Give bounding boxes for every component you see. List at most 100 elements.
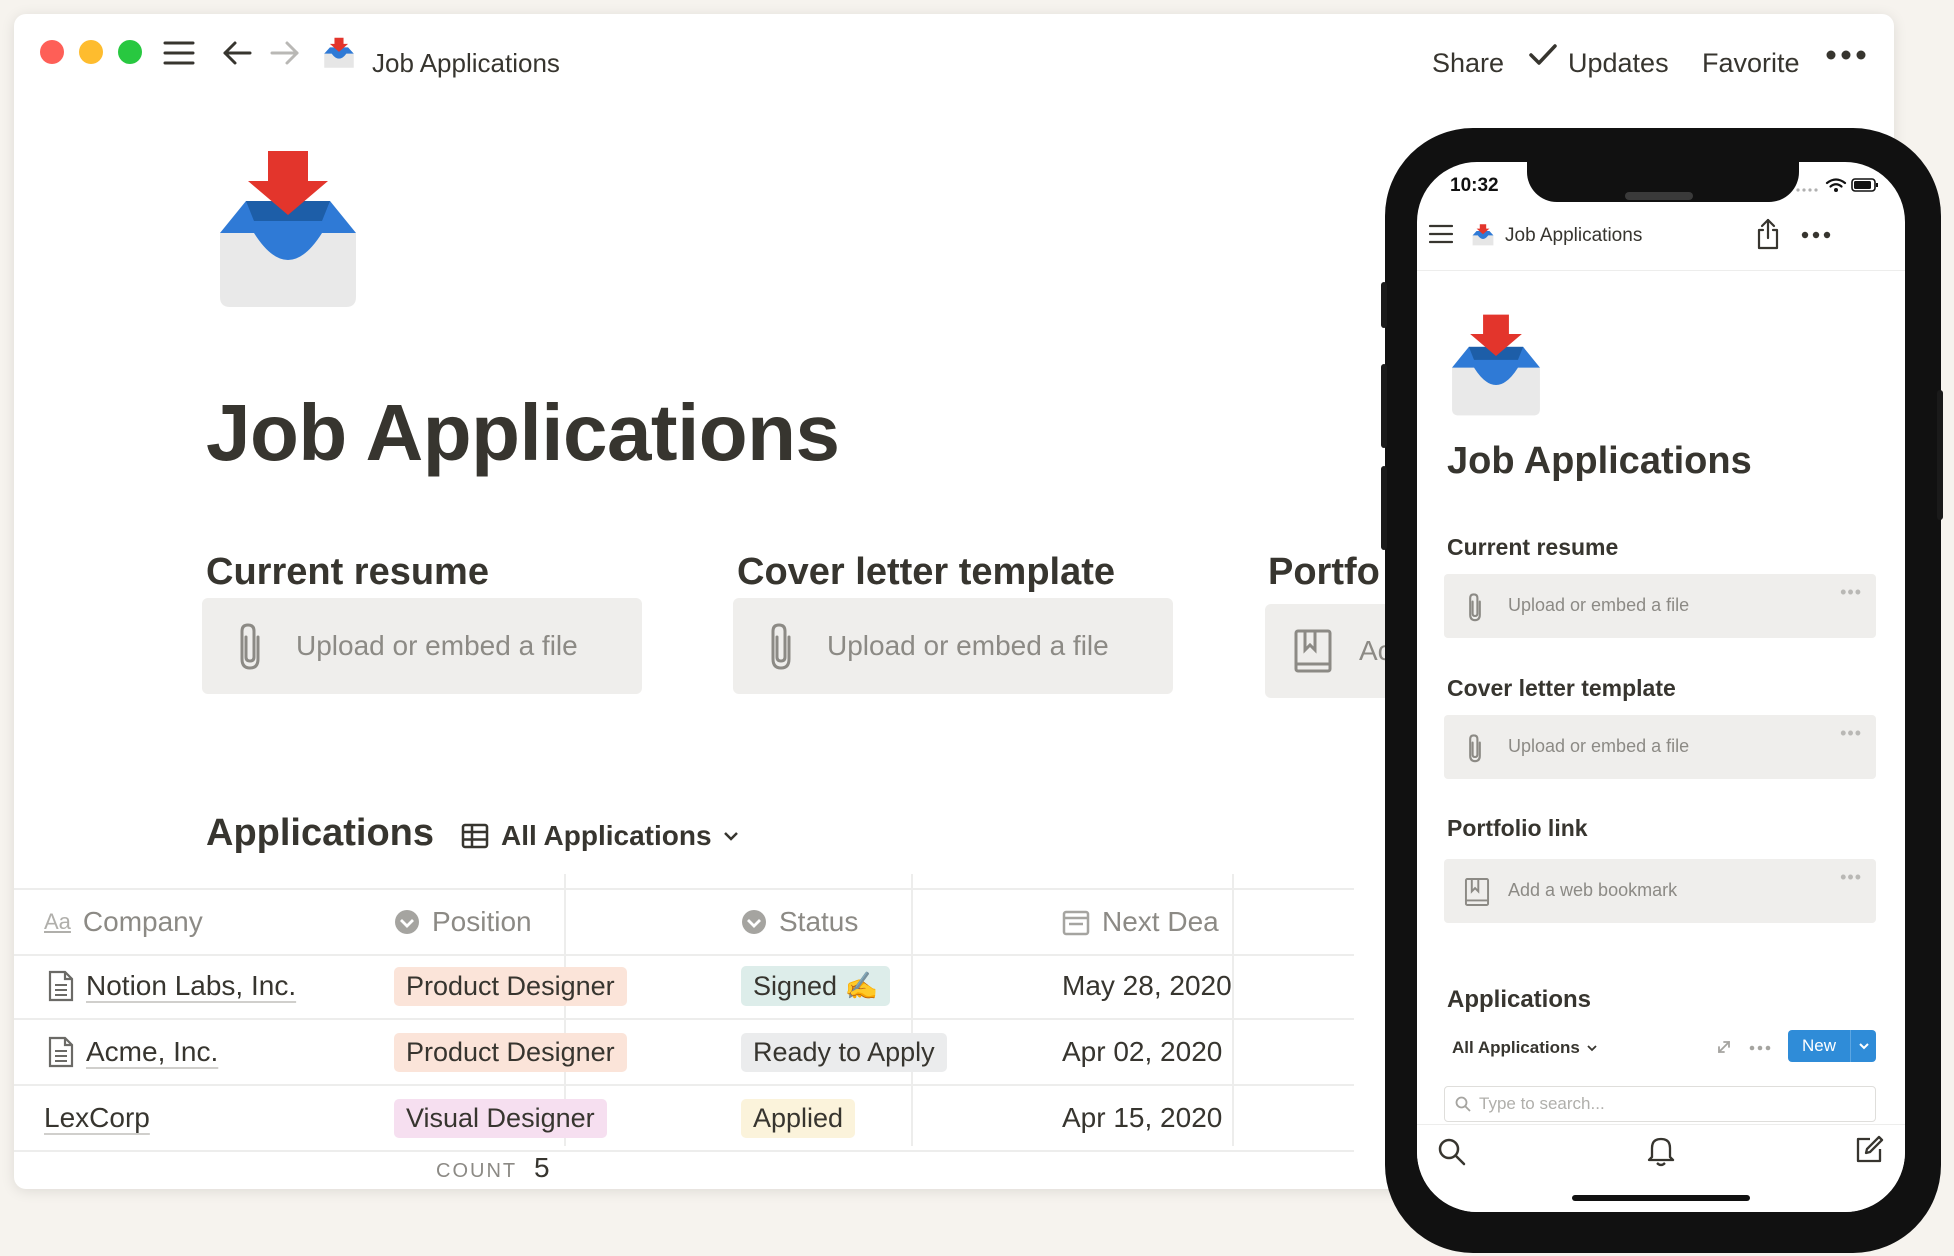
- phone-mockup: 10:32 Job Applications Job Applications …: [1381, 128, 1943, 1253]
- table-view-icon: [461, 823, 489, 849]
- new-dropdown-button[interactable]: [1851, 1030, 1876, 1062]
- phone-screen: 10:32 Job Applications Job Applications …: [1417, 162, 1905, 1212]
- block-options-icon[interactable]: •••: [1840, 582, 1862, 603]
- database-title[interactable]: Applications: [206, 812, 434, 855]
- more-options-icon[interactable]: [1801, 231, 1831, 239]
- home-indicator: [1572, 1195, 1750, 1201]
- status-tag: Signed ✍️: [741, 966, 891, 1006]
- block-options-icon[interactable]: •••: [1840, 723, 1862, 744]
- file-upload-block-cover-letter[interactable]: Upload or embed a file: [733, 598, 1173, 694]
- page-doc-icon: [48, 970, 74, 1002]
- search-icon: [1455, 1096, 1471, 1112]
- battery-icon: [1851, 178, 1878, 192]
- page-title[interactable]: Job Applications: [206, 387, 840, 479]
- compose-icon[interactable]: [1854, 1135, 1884, 1165]
- position-tag: Product Designer: [394, 966, 627, 1006]
- status-tag: Ready to Apply: [741, 1032, 947, 1072]
- menu-icon[interactable]: [1429, 224, 1453, 244]
- chevron-down-icon: [1587, 1045, 1597, 1052]
- favorite-button[interactable]: Favorite: [1702, 48, 1800, 79]
- upload-placeholder: Upload or embed a file: [1508, 736, 1690, 756]
- share-icon[interactable]: [1755, 218, 1781, 250]
- property-title-cover-letter: Cover letter template: [737, 551, 1116, 593]
- paperclip-icon: [1469, 734, 1481, 763]
- file-upload-block-cover-letter[interactable]: Upload or embed a file •••: [1444, 715, 1876, 779]
- bookmark-block-portfolio[interactable]: Add a web bookmark •••: [1444, 859, 1876, 923]
- expand-icon[interactable]: [1716, 1039, 1732, 1055]
- chevron-down-icon: [1858, 1043, 1869, 1050]
- company-name[interactable]: Acme, Inc.: [86, 1036, 218, 1068]
- back-arrow-icon[interactable]: [220, 36, 254, 70]
- search-input[interactable]: Type to search...: [1444, 1086, 1876, 1122]
- database-title[interactable]: Applications: [1447, 986, 1591, 1014]
- deadline-date: Apr 02, 2020: [1062, 1036, 1223, 1067]
- status-tag: Applied: [741, 1098, 856, 1138]
- table-row[interactable]: Acme, Inc. Product Designer Ready to App…: [14, 1020, 1354, 1086]
- search-icon[interactable]: [1437, 1137, 1467, 1167]
- menu-icon[interactable]: [162, 36, 196, 70]
- wifi-icon: [1825, 178, 1847, 192]
- position-tag: Product Designer: [394, 1032, 627, 1072]
- company-name[interactable]: Notion Labs, Inc.: [86, 970, 296, 1002]
- property-title-portfolio: Portfolio link: [1447, 815, 1588, 841]
- paperclip-icon: [1469, 593, 1481, 622]
- inbox-tray-icon: [1472, 224, 1494, 246]
- new-button[interactable]: New: [1788, 1030, 1851, 1062]
- file-upload-block-resume[interactable]: Upload or embed a file: [202, 598, 642, 694]
- upload-placeholder: Upload or embed a file: [296, 630, 578, 661]
- deadline-date: May 28, 2020: [1062, 970, 1232, 1001]
- table-header-row: Aa Company Position Status Next Dea: [14, 888, 1354, 956]
- breadcrumb-title[interactable]: Job Applications: [372, 48, 560, 79]
- forward-arrow-icon[interactable]: [268, 36, 302, 70]
- search-placeholder: Type to search...: [1479, 1094, 1605, 1113]
- more-options-icon[interactable]: [1749, 1045, 1771, 1051]
- column-header-next-deadline[interactable]: Next Dea: [1062, 890, 1242, 954]
- zoom-window-button[interactable]: [118, 40, 142, 64]
- column-header-position[interactable]: Position: [394, 890, 734, 954]
- file-upload-block-resume[interactable]: Upload or embed a file •••: [1444, 574, 1876, 638]
- bell-icon[interactable]: [1646, 1135, 1676, 1167]
- select-property-icon: [395, 910, 419, 934]
- view-name: All Applications: [501, 820, 712, 851]
- calendar-icon: [1062, 910, 1090, 936]
- property-title-cover-letter: Cover letter template: [1447, 675, 1676, 701]
- paperclip-icon: [771, 623, 791, 670]
- new-button-group: New: [1788, 1030, 1876, 1062]
- phone-header-title[interactable]: Job Applications: [1505, 225, 1642, 247]
- paperclip-icon: [240, 623, 260, 670]
- upload-placeholder: Upload or embed a file: [1508, 595, 1690, 615]
- bookmark-icon: [1464, 878, 1490, 906]
- close-window-button[interactable]: [40, 40, 64, 64]
- more-options-icon[interactable]: [1822, 38, 1870, 72]
- table-row[interactable]: LexCorp Visual Designer Applied Apr 15, …: [14, 1086, 1354, 1152]
- page-icon-inbox-tray[interactable]: [210, 147, 366, 316]
- minimize-window-button[interactable]: [79, 40, 103, 64]
- position-tag: Visual Designer: [394, 1098, 607, 1138]
- status-bar-time: 10:32: [1450, 175, 1499, 196]
- signal-icon: [1796, 188, 1818, 192]
- chevron-down-icon: [723, 832, 738, 841]
- inbox-tray-icon: [322, 36, 356, 70]
- view-switcher[interactable]: All Applications: [1452, 1038, 1598, 1058]
- company-name[interactable]: LexCorp: [44, 1102, 150, 1134]
- column-header-company[interactable]: Aa Company: [14, 890, 374, 954]
- updates-button[interactable]: Updates: [1568, 48, 1669, 79]
- property-title-current-resume: Current resume: [1447, 534, 1619, 560]
- bottom-tab-bar: [1417, 1124, 1905, 1212]
- text-property-icon: Aa: [44, 909, 71, 934]
- share-button[interactable]: Share: [1432, 48, 1504, 79]
- page-icon-inbox-tray[interactable]: [1445, 312, 1547, 418]
- bookmark-placeholder: Add a web bookmark: [1508, 880, 1678, 900]
- count-value: 5: [534, 1152, 550, 1183]
- upload-placeholder: Upload or embed a file: [827, 630, 1109, 661]
- page-doc-icon: [48, 1036, 74, 1068]
- view-switcher[interactable]: All Applications: [461, 820, 740, 852]
- column-header-status[interactable]: Status: [741, 890, 1051, 954]
- count-label: COUNT: [436, 1160, 518, 1182]
- block-options-icon[interactable]: •••: [1840, 867, 1862, 888]
- deadline-date: Apr 15, 2020: [1062, 1102, 1223, 1133]
- table-row[interactable]: Notion Labs, Inc. Product Designer Signe…: [14, 954, 1354, 1020]
- checkmark-icon: [1526, 38, 1560, 72]
- select-property-icon: [742, 910, 766, 934]
- phone-page-title[interactable]: Job Applications: [1447, 440, 1752, 483]
